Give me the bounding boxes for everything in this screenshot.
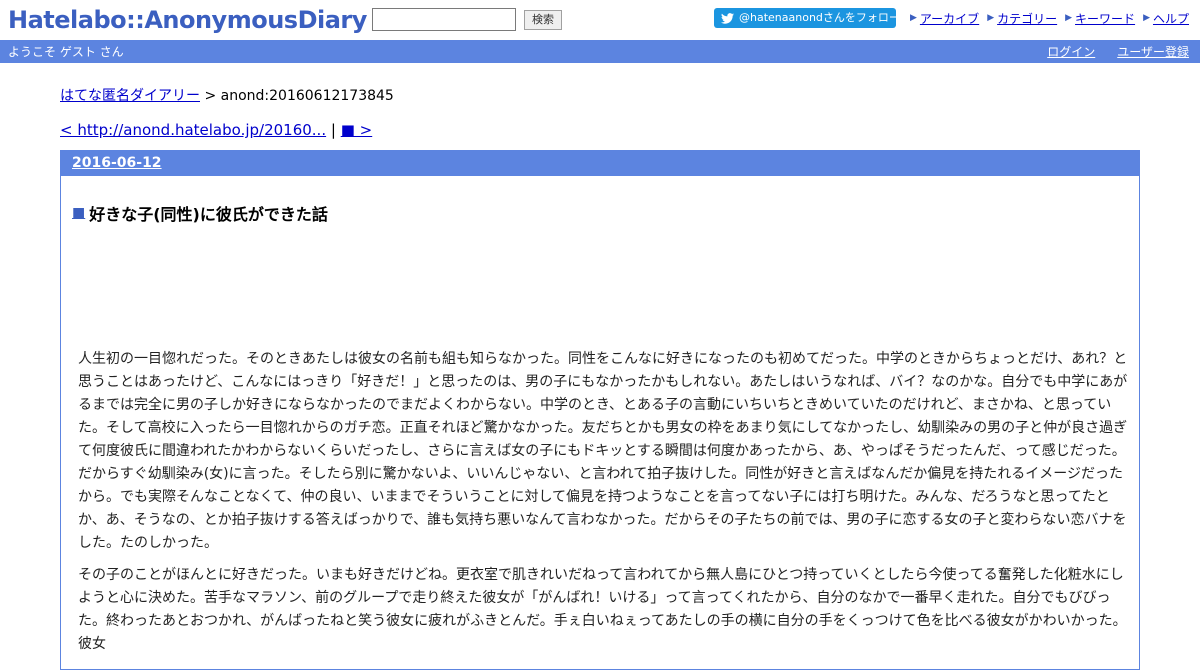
search-button[interactable]: 検索: [524, 10, 562, 30]
prev-entry-link[interactable]: < http://anond.hatelabo.jp/20160...: [60, 121, 326, 139]
nav-item-archive[interactable]: ▶ アーカイブ: [910, 10, 979, 27]
search-input[interactable]: [372, 8, 516, 31]
entry-date-link[interactable]: 2016-06-12: [72, 155, 162, 171]
entry-paragraph: 人生初の一目惚れだった。そのときあたしは彼女の名前も組も知らなかった。同性をこん…: [78, 351, 1128, 551]
day-section: 2016-06-12 ■ 好きな子(同性)に彼氏ができた話 人生初の一目惚れだっ…: [60, 150, 1140, 670]
entry-title-text: 好きな子(同性)に彼氏ができた話: [89, 205, 328, 224]
nav-link-help[interactable]: ヘルプ: [1153, 10, 1189, 27]
login-link[interactable]: ログイン: [1047, 43, 1095, 60]
bullet-icon: ▶: [1065, 13, 1073, 23]
follow-label: @hatenaanondさんをフォロー: [739, 11, 900, 24]
entry-body: 人生初の一目惚れだった。そのときあたしは彼女の名前も組も知らなかった。同性をこん…: [78, 348, 1128, 665]
site-logo[interactable]: Hatelabo::AnonymousDiary: [8, 3, 367, 37]
entry-permalink-icon[interactable]: ■: [72, 205, 85, 221]
bullet-icon: ▶: [909, 13, 917, 23]
register-link[interactable]: ユーザー登録: [1117, 43, 1189, 60]
breadcrumb-current: anond:20160612173845: [220, 88, 394, 104]
day-header: 2016-06-12: [61, 150, 1139, 176]
nav-link-category[interactable]: カテゴリー: [997, 10, 1057, 27]
bullet-icon: ▶: [987, 13, 995, 23]
header-nav: ▶ アーカイブ ▶ カテゴリー ▶ キーワード ▶ ヘルプ: [910, 10, 1189, 27]
next-entry-link[interactable]: ■ >: [341, 121, 373, 139]
breadcrumb-home-link[interactable]: はてな匿名ダイアリー: [60, 88, 200, 104]
twitter-bird-icon: [721, 12, 734, 24]
account-links: ログイン ユーザー登録: [1047, 43, 1189, 60]
welcome-strip: ようこそ ゲスト さん ログイン ユーザー登録: [0, 40, 1200, 63]
nav-link-archive[interactable]: アーカイブ: [920, 10, 979, 27]
nav-item-help[interactable]: ▶ ヘルプ: [1143, 10, 1189, 27]
nav-link-keyword[interactable]: キーワード: [1075, 10, 1135, 27]
breadcrumb: はてな匿名ダイアリー > anond:20160612173845: [60, 85, 394, 105]
entry-pager: < http://anond.hatelabo.jp/20160... | ■ …: [60, 121, 372, 139]
pager-separator: |: [326, 121, 341, 139]
nav-item-category[interactable]: ▶ カテゴリー: [987, 10, 1057, 27]
twitter-follow-button[interactable]: @hatenaanondさんをフォロー: [714, 8, 900, 28]
breadcrumb-separator: >: [200, 88, 221, 104]
entry-paragraph: その子のことがほんとに好きだった。いまも好きだけどね。更衣室で肌きれいだねって言…: [78, 567, 1127, 652]
welcome-text: ようこそ ゲスト さん: [8, 45, 124, 59]
top-bar: Hatelabo::AnonymousDiary 検索 @hatenaanond…: [0, 0, 1200, 40]
nav-item-keyword[interactable]: ▶ キーワード: [1065, 10, 1135, 27]
entry-title: ■ 好きな子(同性)に彼氏ができた話: [72, 201, 1139, 225]
bullet-icon: ▶: [1143, 13, 1150, 23]
